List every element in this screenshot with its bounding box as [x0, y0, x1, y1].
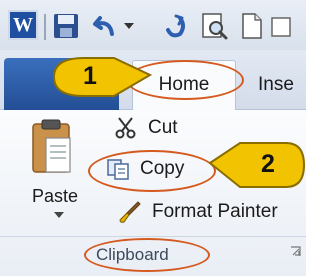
tab-insert[interactable]: Inse	[258, 60, 306, 110]
word-app-icon[interactable]: W	[8, 10, 38, 40]
print-preview-icon[interactable]	[200, 12, 228, 40]
clipboard-highlight-ring	[84, 238, 210, 272]
paste-button[interactable]: Paste	[32, 186, 78, 207]
word-ribbon-screenshot: W Home Inse Paste Cut Copy Format Painte…	[0, 0, 306, 276]
more-icon[interactable]	[268, 12, 296, 40]
paste-icon[interactable]	[30, 118, 74, 176]
cut-label: Cut	[148, 117, 178, 138]
step-2-number: 2	[261, 150, 275, 178]
format-painter-label: Format Painter	[152, 201, 278, 222]
group-divider	[0, 236, 306, 237]
step-1-number: 1	[83, 62, 97, 90]
cut-button[interactable]: Cut	[114, 116, 178, 140]
undo-icon[interactable]	[92, 12, 120, 40]
toolbar-separator	[44, 14, 46, 40]
redo-icon[interactable]	[160, 12, 188, 40]
save-icon[interactable]	[52, 12, 80, 40]
undo-dropdown-icon[interactable]	[122, 18, 136, 32]
new-document-icon[interactable]	[238, 12, 266, 40]
format-painter-button[interactable]: Format Painter	[118, 200, 278, 224]
quick-access-toolbar: W	[0, 0, 306, 50]
dialog-launcher-icon[interactable]	[290, 246, 302, 258]
paste-dropdown-icon[interactable]	[54, 212, 64, 218]
copy-highlight-ring	[88, 150, 216, 192]
paintbrush-icon	[119, 201, 141, 223]
scissors-icon	[115, 117, 136, 139]
